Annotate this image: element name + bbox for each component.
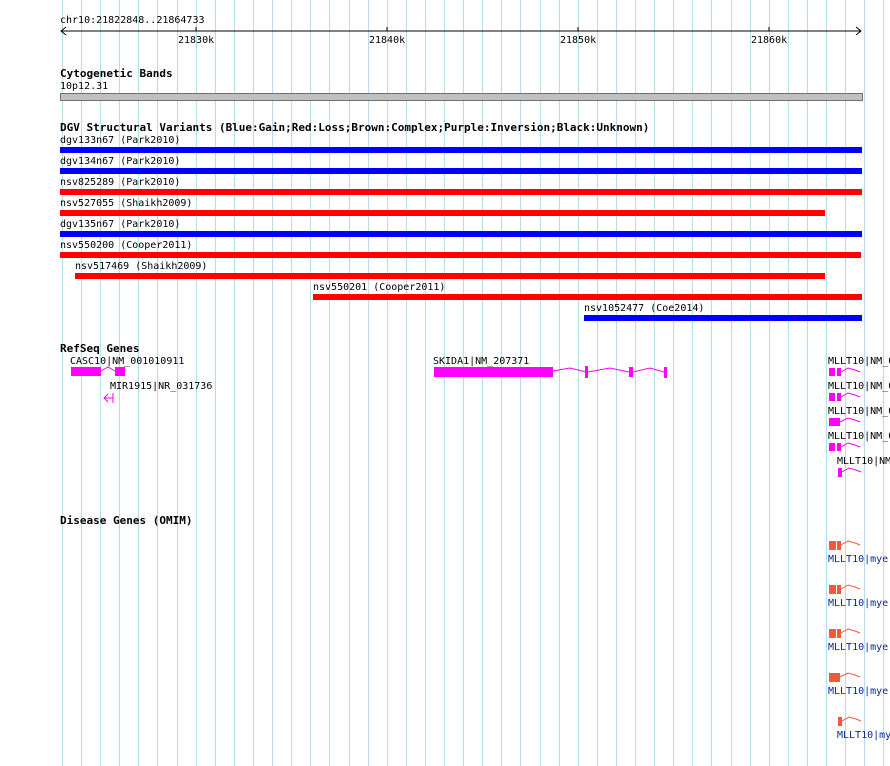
gene-label: MIR1915|NR_031736 [110,381,213,392]
variant-label: dgv134n67 (Park2010) [60,156,181,167]
omim-gene-label: MLLT10|mye [828,686,889,697]
gene-glyph[interactable] [826,366,890,378]
gene-glyph[interactable] [826,441,890,453]
omim-gene-label: MLLT10|my [837,730,890,741]
omim-gene-glyph[interactable] [826,671,890,683]
variant-label: nsv1052477 (Coe2014) [584,303,705,314]
variant-bar[interactable] [75,273,825,279]
variant-bar[interactable] [60,231,862,237]
variant-bar[interactable] [313,294,862,300]
location-label: chr10:21822848..21864733 [60,15,205,26]
cytoband-bar[interactable] [60,93,863,101]
omim-gene-glyph[interactable] [826,627,890,639]
variant-label: nsv550200 (Cooper2011) [60,240,193,251]
variant-bar[interactable] [60,189,862,195]
omim-gene-glyph[interactable] [826,539,890,551]
variant-label: dgv133n67 (Park2010) [60,135,181,146]
omim-gene-label: MLLT10|mye [828,598,889,609]
dgv-track-title: DGV Structural Variants (Blue:Gain;Red:L… [60,121,650,134]
omim-gene-label: MLLT10|mye [828,554,889,565]
variant-bar[interactable] [584,315,862,321]
omim-track-title: Disease Genes (OMIM) [60,514,193,527]
gene-glyph[interactable] [100,392,120,404]
omim-gene-label: MLLT10|mye [828,642,889,653]
omim-gene-glyph[interactable] [835,715,890,727]
gene-glyph[interactable] [826,391,890,403]
gene-glyph[interactable] [826,416,890,428]
gene-glyph[interactable] [835,466,890,478]
omim-gene-glyph[interactable] [826,583,890,595]
variant-bar[interactable] [60,168,862,174]
variant-label: dgv135n67 (Park2010) [60,219,181,230]
variant-label: nsv550201 (Cooper2011) [313,282,446,293]
variant-bar[interactable] [60,210,825,216]
cytoband-label: 10p12.31 [60,81,109,92]
gene-glyph[interactable] [430,364,675,380]
variant-label: nsv517469 (Shaikh2009) [75,261,208,272]
variant-bar[interactable] [60,147,862,153]
cytoband-track-title: Cytogenetic Bands [60,67,173,80]
variant-label: nsv825289 (Park2010) [60,177,181,188]
refseq-track-title: RefSeq Genes [60,342,140,355]
ruler-tick: 21840k [369,35,406,46]
ruler-tick: 21860k [751,35,788,46]
genome-browser-view: chr10:21822848..21864733 21830k 21840k 2… [0,0,890,766]
ruler-tick: 21830k [178,35,215,46]
variant-label: nsv527055 (Shaikh2009) [60,198,193,209]
gene-glyph[interactable] [68,365,138,379]
variant-bar[interactable] [60,252,861,258]
ruler-tick: 21850k [560,35,597,46]
